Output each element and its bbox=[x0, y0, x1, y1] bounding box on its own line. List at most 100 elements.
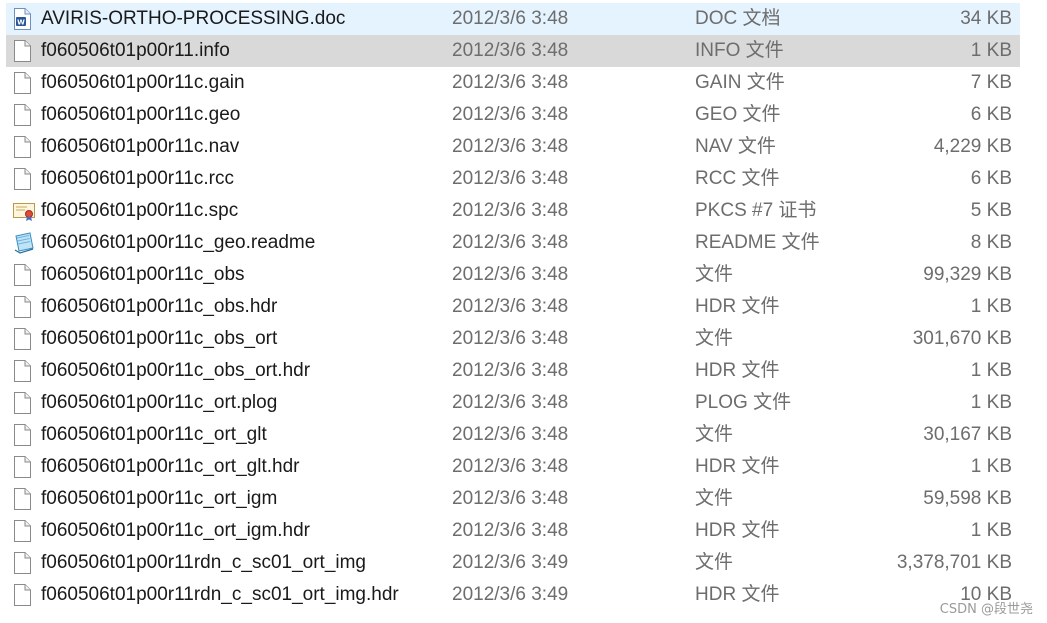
file-row[interactable]: f060506t01p00r11c.nav 2012/3/6 3:48 NAV 文件… bbox=[6, 131, 1020, 163]
file-size: 34 KB bbox=[960, 8, 1012, 29]
file-size: 1 KB bbox=[970, 360, 1012, 381]
file-type: HDR 文件 bbox=[695, 360, 780, 381]
file-type: 文件 bbox=[695, 328, 734, 349]
svg-text:W: W bbox=[17, 19, 25, 27]
file-row[interactable]: f060506t01p00r11c.rcc 2012/3/6 3:48 RCC 文件… bbox=[6, 163, 1020, 195]
file-type: RCC 文件 bbox=[695, 168, 780, 189]
file-date-modified: 2012/3/6 3:49 bbox=[452, 584, 569, 605]
file-name: f060506t01p00r11c_obs_ort.hdr bbox=[41, 360, 311, 381]
word-doc-icon: W bbox=[13, 8, 31, 30]
file-icon bbox=[13, 552, 31, 574]
file-name: f060506t01p00r11c_ort.plog bbox=[41, 392, 278, 413]
file-row[interactable]: f060506t01p00r11c_obs.hdr 2012/3/6 3:48 HD… bbox=[6, 291, 1020, 323]
file-row[interactable]: f060506t01p00r11c.geo 2012/3/6 3:48 GEO 文件… bbox=[6, 99, 1020, 131]
file-row[interactable]: f060506t01p00r11c_ort_igm.hdr 2012/3/6 3:… bbox=[6, 515, 1020, 547]
file-date-modified: 2012/3/6 3:48 bbox=[452, 392, 569, 413]
file-name: f060506t01p00r11c_ort_glt.hdr bbox=[41, 456, 300, 477]
file-icon bbox=[13, 296, 31, 318]
file-icon bbox=[13, 72, 31, 94]
file-row[interactable]: f060506t01p00r11.info 2012/3/6 3:48 INFO 文… bbox=[6, 35, 1020, 67]
file-name: f060506t01p00r11c.nav bbox=[41, 136, 240, 157]
file-icon bbox=[13, 424, 31, 446]
file-date-modified: 2012/3/6 3:48 bbox=[452, 296, 569, 317]
file-size: 3,378,701 KB bbox=[896, 552, 1012, 573]
file-type: GAIN 文件 bbox=[695, 72, 785, 93]
file-row[interactable]: f060506t01p00r11c_ort_glt 2012/3/6 3:48 文件… bbox=[6, 419, 1020, 451]
file-type: PLOG 文件 bbox=[695, 392, 792, 413]
file-name: f060506t01p00r11c.gain bbox=[41, 72, 245, 93]
file-row[interactable]: f060506t01p00r11c_geo.readme 2012/3/6 3:4… bbox=[6, 227, 1020, 259]
file-date-modified: 2012/3/6 3:49 bbox=[452, 552, 569, 573]
file-name: f060506t01p00r11c.geo bbox=[41, 104, 241, 125]
file-icon bbox=[13, 392, 31, 414]
file-name: f060506t01p00r11c_ort_igm.hdr bbox=[41, 520, 311, 541]
file-size: 6 KB bbox=[970, 104, 1012, 125]
file-type: 文件 bbox=[695, 424, 734, 445]
file-size: 30,167 KB bbox=[923, 424, 1012, 445]
file-date-modified: 2012/3/6 3:48 bbox=[452, 232, 569, 253]
file-date-modified: 2012/3/6 3:48 bbox=[452, 168, 569, 189]
file-name: f060506t01p00r11c_ort_igm bbox=[41, 488, 278, 509]
file-list: W AVIRIS-ORTHO-PROCESSING.doc 2012/3/6 3:4… bbox=[0, 3, 1047, 611]
file-date-modified: 2012/3/6 3:48 bbox=[452, 520, 569, 541]
file-date-modified: 2012/3/6 3:48 bbox=[452, 104, 569, 125]
file-row[interactable]: f060506t01p00r11rdn_c_sc01_ort_img 2012/3… bbox=[6, 547, 1020, 579]
file-icon bbox=[13, 136, 31, 158]
file-type: NAV 文件 bbox=[695, 136, 776, 157]
file-type: INFO 文件 bbox=[695, 40, 784, 61]
file-icon bbox=[13, 360, 31, 382]
file-size: 1 KB bbox=[970, 392, 1012, 413]
file-date-modified: 2012/3/6 3:48 bbox=[452, 424, 569, 445]
file-type: DOC 文档 bbox=[695, 8, 781, 29]
file-date-modified: 2012/3/6 3:48 bbox=[452, 264, 569, 285]
file-size: 1 KB bbox=[970, 296, 1012, 317]
file-size: 7 KB bbox=[970, 72, 1012, 93]
file-date-modified: 2012/3/6 3:48 bbox=[452, 40, 569, 61]
file-row[interactable]: W AVIRIS-ORTHO-PROCESSING.doc 2012/3/6 3:4… bbox=[6, 3, 1020, 35]
file-row[interactable]: f060506t01p00r11c_obs_ort.hdr 2012/3/6 3:… bbox=[6, 355, 1020, 387]
file-name: f060506t01p00r11c_geo.readme bbox=[41, 232, 316, 253]
file-size: 8 KB bbox=[970, 232, 1012, 253]
file-type: GEO 文件 bbox=[695, 104, 781, 125]
file-name: f060506t01p00r11c_ort_glt bbox=[41, 424, 267, 445]
file-type: README 文件 bbox=[695, 232, 820, 253]
file-type: HDR 文件 bbox=[695, 456, 780, 477]
file-type: 文件 bbox=[695, 264, 734, 285]
file-size: 6 KB bbox=[970, 168, 1012, 189]
file-row[interactable]: f060506t01p00r11c.spc 2012/3/6 3:48 PKCS #… bbox=[6, 195, 1020, 227]
file-icon bbox=[13, 584, 31, 606]
file-date-modified: 2012/3/6 3:48 bbox=[452, 72, 569, 93]
file-date-modified: 2012/3/6 3:48 bbox=[452, 200, 569, 221]
file-size: 1 KB bbox=[970, 40, 1012, 61]
file-row[interactable]: f060506t01p00r11c_obs_ort 2012/3/6 3:48 文件… bbox=[6, 323, 1020, 355]
file-name: f060506t01p00r11c.rcc bbox=[41, 168, 234, 189]
notepad-icon bbox=[13, 232, 34, 254]
file-name: f060506t01p00r11c_obs_ort bbox=[41, 328, 278, 349]
file-name: f060506t01p00r11rdn_c_sc01_ort_img bbox=[41, 552, 366, 573]
file-size: 1 KB bbox=[970, 520, 1012, 541]
file-icon bbox=[13, 264, 31, 286]
file-row[interactable]: f060506t01p00r11c_obs 2012/3/6 3:48 文件 99,3… bbox=[6, 259, 1020, 291]
file-row[interactable]: f060506t01p00r11c_ort.plog 2012/3/6 3:48 P… bbox=[6, 387, 1020, 419]
file-name: f060506t01p00r11.info bbox=[41, 40, 230, 61]
file-type: 文件 bbox=[695, 552, 734, 573]
file-name: f060506t01p00r11rdn_c_sc01_ort_img.hdr bbox=[41, 584, 399, 605]
file-date-modified: 2012/3/6 3:48 bbox=[452, 136, 569, 157]
file-size: 5 KB bbox=[970, 200, 1012, 221]
file-type: HDR 文件 bbox=[695, 296, 780, 317]
file-row[interactable]: f060506t01p00r11c_ort_glt.hdr 2012/3/6 3:… bbox=[6, 451, 1020, 483]
file-size: 99,329 KB bbox=[923, 264, 1012, 285]
file-size: 4,229 KB bbox=[933, 136, 1012, 157]
certificate-icon bbox=[13, 200, 35, 222]
file-icon bbox=[13, 520, 31, 542]
file-date-modified: 2012/3/6 3:48 bbox=[452, 360, 569, 381]
file-type: HDR 文件 bbox=[695, 584, 780, 605]
file-row[interactable]: f060506t01p00r11c_ort_igm 2012/3/6 3:48 文件… bbox=[6, 483, 1020, 515]
file-row[interactable]: f060506t01p00r11rdn_c_sc01_ort_img.hdr 20… bbox=[6, 579, 1020, 611]
file-icon bbox=[13, 488, 31, 510]
file-date-modified: 2012/3/6 3:48 bbox=[452, 456, 569, 477]
file-size: 301,670 KB bbox=[912, 328, 1012, 349]
file-name: f060506t01p00r11c_obs.hdr bbox=[41, 296, 278, 317]
file-icon bbox=[13, 104, 31, 126]
file-row[interactable]: f060506t01p00r11c.gain 2012/3/6 3:48 GAIN … bbox=[6, 67, 1020, 99]
